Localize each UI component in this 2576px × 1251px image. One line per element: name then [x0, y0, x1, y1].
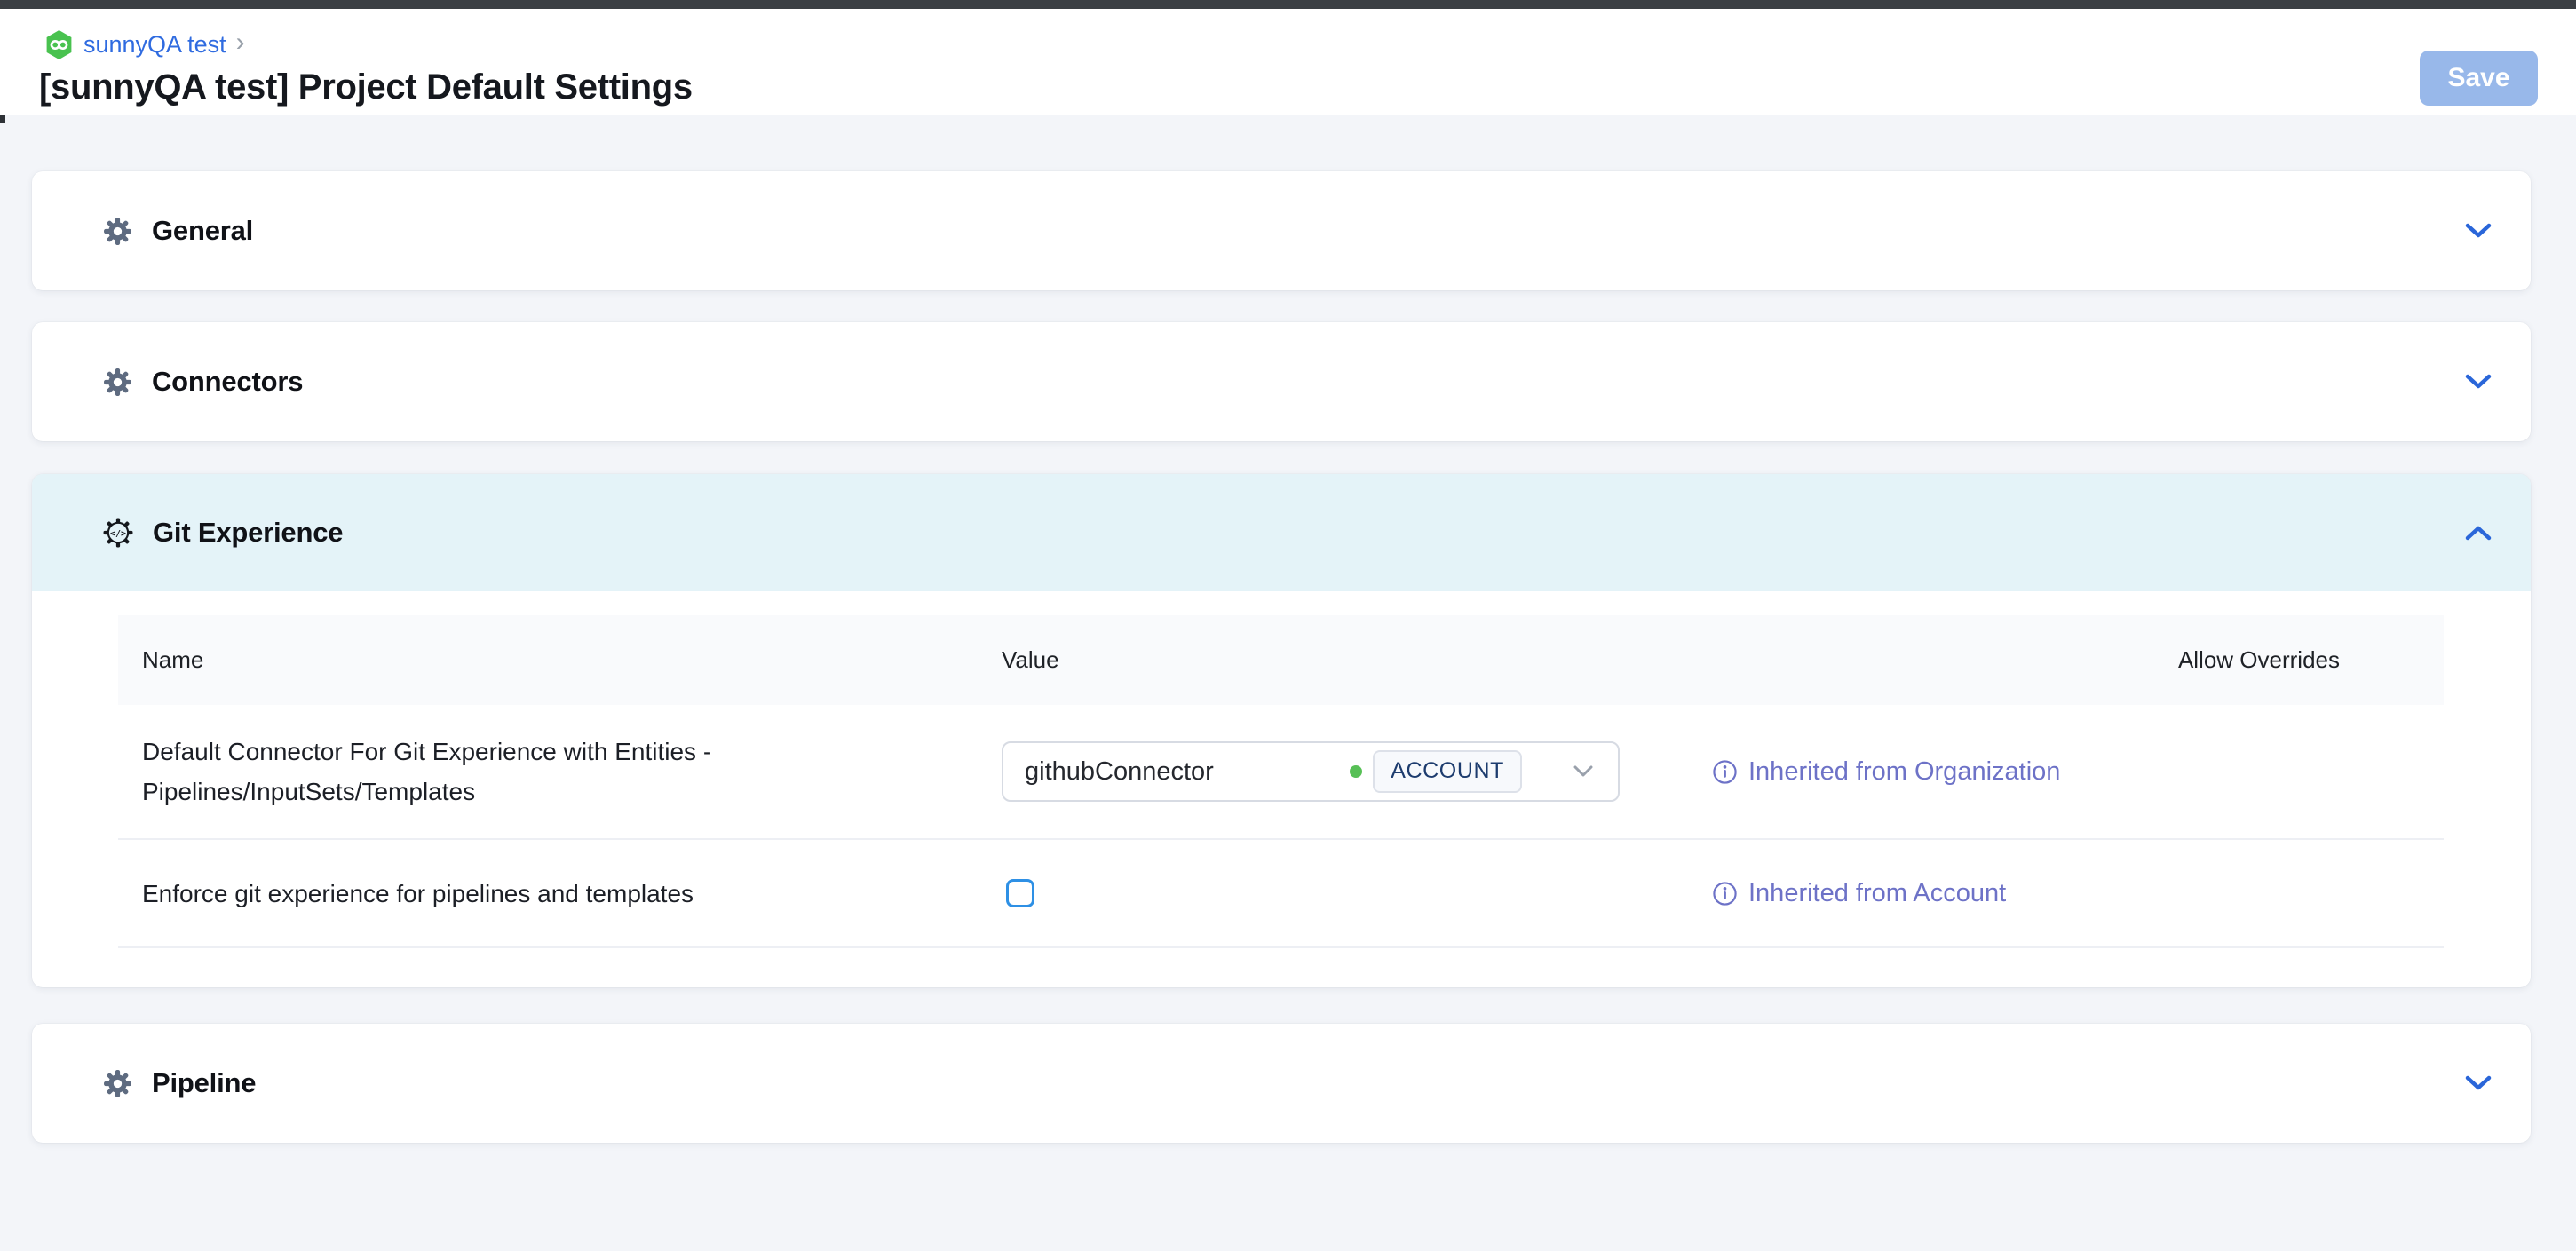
git-settings-table: Name Value Allow Overrides Default Conne…: [118, 615, 2444, 948]
svg-text:</>: </>: [110, 529, 126, 539]
inherited-from-account-link[interactable]: Inherited from Account: [1712, 879, 2444, 908]
setting-name: Enforce git experience for pipelines and…: [118, 874, 775, 914]
section-header-pipeline[interactable]: Pipeline: [32, 1024, 2531, 1143]
window-top-bar: [0, 0, 2576, 9]
project-default-settings-page: sunnyQA test › [sunnyQA test] Project De…: [0, 0, 2576, 1251]
info-circle-icon: [1712, 759, 1738, 785]
gear-code-icon: </>: [103, 518, 133, 548]
caret-down-icon: [1573, 765, 1593, 778]
info-circle-icon: [1712, 881, 1738, 907]
breadcrumb: sunnyQA test ›: [44, 28, 245, 60]
section-title-general: General: [152, 215, 253, 247]
chevron-up-icon: [2465, 525, 2492, 541]
allow-overrides-cell: Inherited from Organization: [1712, 757, 2444, 787]
inherited-from-organization-link[interactable]: Inherited from Organization: [1712, 757, 2444, 787]
allow-overrides-cell: Inherited from Account: [1712, 879, 2444, 908]
connector-select-meta: ACCOUNT: [1350, 750, 1604, 793]
section-header-git-experience[interactable]: </> Git Experience: [32, 474, 2531, 591]
connector-select[interactable]: githubConnector ACCOUNT: [1002, 741, 1620, 802]
table-row: Default Connector For Git Experience wit…: [118, 705, 2444, 840]
connector-select-value: githubConnector: [1025, 757, 1214, 787]
connector-status-dot: [1350, 765, 1362, 778]
section-title-git-experience: Git Experience: [153, 517, 343, 549]
section-title-pipeline: Pipeline: [152, 1067, 256, 1099]
breadcrumb-project-link[interactable]: sunnyQA test: [83, 31, 226, 59]
page-header: sunnyQA test › [sunnyQA test] Project De…: [0, 9, 2576, 115]
column-header-name: Name: [118, 646, 1002, 674]
chevron-down-icon: [2465, 223, 2492, 239]
page-title: [sunnyQA test] Project Default Settings: [39, 67, 693, 107]
section-header-connectors[interactable]: Connectors: [32, 322, 2531, 441]
breadcrumb-separator-icon: ›: [236, 29, 245, 59]
project-hexagon-icon: [44, 29, 74, 60]
section-card-general: General: [32, 171, 2531, 290]
inherited-label: Inherited from Account: [1748, 879, 2006, 908]
gear-icon: [103, 217, 132, 246]
connector-scope-badge: ACCOUNT: [1373, 750, 1522, 793]
save-button[interactable]: Save: [2420, 51, 2538, 106]
setting-name: Default Connector For Git Experience wit…: [118, 732, 775, 812]
section-header-general[interactable]: General: [32, 171, 2531, 290]
section-title-connectors: Connectors: [152, 366, 303, 398]
column-header-allow-overrides: Allow Overrides: [2178, 646, 2444, 674]
column-header-value: Value: [1002, 646, 1712, 674]
section-card-git-experience: </> Git Experience Name Value Allow Over…: [32, 474, 2531, 987]
gear-icon: [103, 1069, 132, 1098]
inherited-label: Inherited from Organization: [1748, 757, 2060, 787]
section-card-connectors: Connectors: [32, 322, 2531, 441]
section-card-pipeline: Pipeline: [32, 1024, 2531, 1143]
enforce-git-experience-checkbox[interactable]: [1006, 879, 1034, 907]
gear-icon: [103, 368, 132, 397]
chevron-down-icon: [2465, 374, 2492, 390]
setting-value-cell: [1002, 879, 1712, 907]
table-row: Enforce git experience for pipelines and…: [118, 840, 2444, 948]
setting-value-cell: githubConnector ACCOUNT: [1002, 741, 1712, 802]
chevron-down-icon: [2465, 1075, 2492, 1091]
table-header-row: Name Value Allow Overrides: [118, 615, 2444, 705]
